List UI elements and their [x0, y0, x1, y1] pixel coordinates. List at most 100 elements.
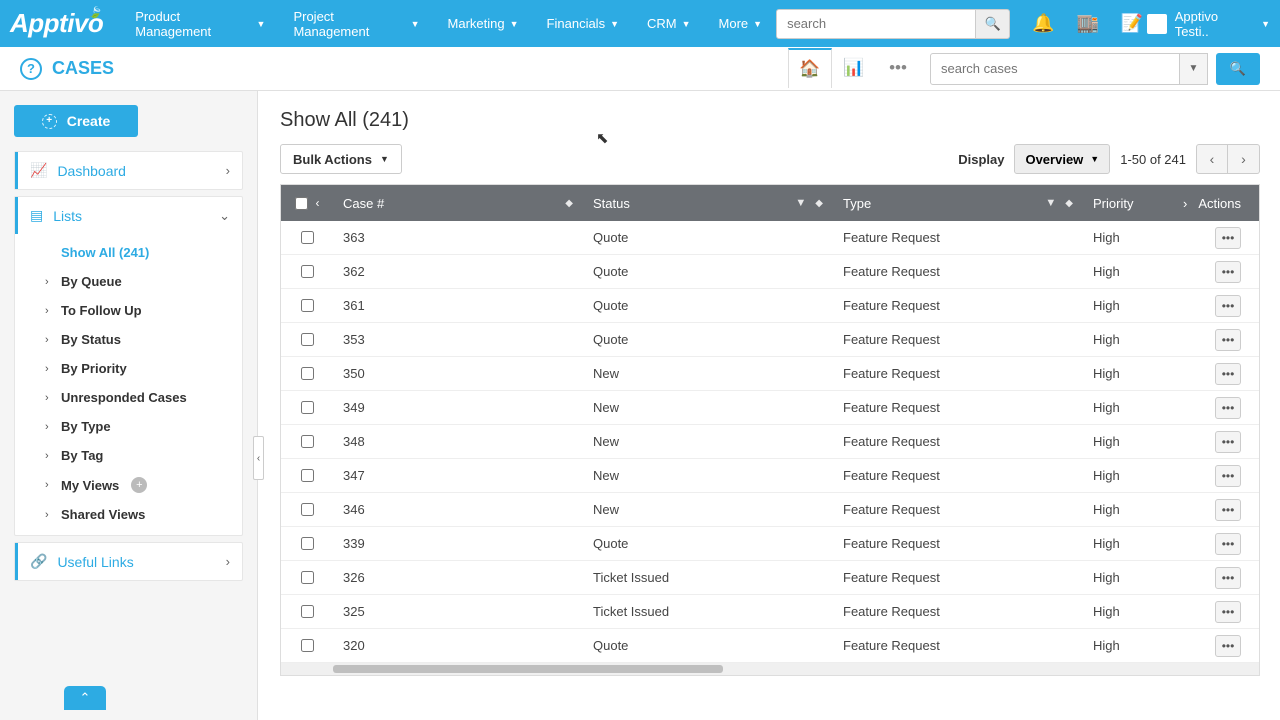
table-row[interactable]: 339QuoteFeature RequestHigh••• [281, 527, 1259, 561]
th-priority[interactable]: Priority [1083, 196, 1163, 211]
row-actions-button[interactable]: ••• [1215, 261, 1241, 283]
th-type[interactable]: Type ▼ ◆ [833, 196, 1083, 211]
bulk-actions-button[interactable]: Bulk Actions ▼ [280, 144, 402, 174]
row-actions-button[interactable]: ••• [1215, 567, 1241, 589]
tab-more[interactable]: ••• [876, 48, 920, 88]
table-row[interactable]: 349NewFeature RequestHigh••• [281, 391, 1259, 425]
row-actions-button[interactable]: ••• [1215, 227, 1241, 249]
row-actions-button[interactable]: ••• [1215, 329, 1241, 351]
chevron-right-icon: › [45, 479, 53, 491]
tab-reports[interactable]: 📊 [832, 48, 876, 88]
td-checkbox [281, 435, 333, 448]
table-row[interactable]: 326Ticket IssuedFeature RequestHigh••• [281, 561, 1259, 595]
sidebar-dashboard[interactable]: 📈 Dashboard › [14, 151, 243, 190]
bell-icon[interactable]: 🔔 [1032, 13, 1054, 34]
row-checkbox[interactable] [301, 605, 314, 618]
module-search-input[interactable] [930, 53, 1180, 85]
chevron-right-icon[interactable]: › [1183, 196, 1187, 211]
nav-item-project-management[interactable]: Project Management▼ [279, 0, 433, 51]
table-row[interactable]: 361QuoteFeature RequestHigh••• [281, 289, 1259, 323]
row-checkbox[interactable] [301, 231, 314, 244]
nav-item-financials[interactable]: Financials▼ [533, 0, 633, 51]
sidebar-item-by-tag[interactable]: ›By Tag [15, 441, 242, 470]
table-row[interactable]: 350NewFeature RequestHigh••• [281, 357, 1259, 391]
table-row[interactable]: 325Ticket IssuedFeature RequestHigh••• [281, 595, 1259, 629]
table-row[interactable]: 346NewFeature RequestHigh••• [281, 493, 1259, 527]
scrollbar-thumb[interactable] [333, 665, 723, 673]
nav-item-crm[interactable]: CRM▼ [633, 0, 705, 51]
table-row[interactable]: 363QuoteFeature RequestHigh••• [281, 221, 1259, 255]
chevron-left-icon[interactable]: ‹ [316, 196, 320, 210]
table-row[interactable]: 353QuoteFeature RequestHigh••• [281, 323, 1259, 357]
table-row[interactable]: 320QuoteFeature RequestHigh••• [281, 629, 1259, 663]
sidebar-item-by-queue[interactable]: ›By Queue [15, 267, 242, 296]
row-checkbox[interactable] [301, 639, 314, 652]
module-search-dropdown[interactable]: ▼ [1180, 53, 1208, 85]
row-actions-button[interactable]: ••• [1215, 363, 1241, 385]
create-button[interactable]: + Create [14, 105, 138, 137]
module-search-button[interactable]: 🔍 [1216, 53, 1260, 85]
sidebar-item-my-views[interactable]: ›My Views+ [15, 470, 242, 500]
row-actions-button[interactable]: ••• [1215, 601, 1241, 623]
table-row[interactable]: 362QuoteFeature RequestHigh••• [281, 255, 1259, 289]
row-checkbox[interactable] [301, 401, 314, 414]
row-actions-button[interactable]: ••• [1215, 635, 1241, 657]
sidebar-item-shared-views[interactable]: ›Shared Views [15, 500, 242, 529]
th-case-number[interactable]: Case # ◆ [333, 196, 583, 211]
store-icon[interactable]: 🏬 [1077, 13, 1099, 34]
pager-next-button[interactable]: › [1228, 144, 1260, 174]
row-checkbox[interactable] [301, 299, 314, 312]
nav-item-marketing[interactable]: Marketing▼ [434, 0, 533, 51]
nav-item-product-management[interactable]: Product Management▼ [121, 0, 279, 51]
row-actions-button[interactable]: ••• [1215, 295, 1241, 317]
sidebar-item-by-status[interactable]: ›By Status [15, 325, 242, 354]
sidebar-item-unresponded-cases[interactable]: ›Unresponded Cases [15, 383, 242, 412]
search-icon: 🔍 [1230, 61, 1246, 77]
display-overview-button[interactable]: Overview ▼ [1014, 144, 1110, 174]
user-menu[interactable]: Apptivo Testi.. ▼ [1147, 9, 1270, 39]
select-all-checkbox[interactable] [295, 197, 308, 210]
add-icon[interactable]: + [131, 477, 147, 493]
sort-icon: ◆ [1065, 198, 1073, 209]
dots-icon: ••• [1222, 231, 1235, 245]
sidebar-item-show-all[interactable]: Show All (241) [15, 238, 242, 267]
dots-icon: ••• [1222, 469, 1235, 483]
sidebar-item-by-priority[interactable]: ›By Priority [15, 354, 242, 383]
row-checkbox[interactable] [301, 367, 314, 380]
row-checkbox[interactable] [301, 571, 314, 584]
chevron-right-icon: › [45, 509, 53, 521]
row-checkbox[interactable] [301, 469, 314, 482]
horizontal-scrollbar[interactable] [281, 663, 1259, 675]
pager-prev-button[interactable]: ‹ [1196, 144, 1228, 174]
bottom-tab[interactable]: ⌃ [64, 686, 106, 710]
row-checkbox[interactable] [301, 537, 314, 550]
module-title: ? CASES [20, 58, 114, 80]
global-search-button[interactable]: 🔍 [976, 9, 1010, 39]
row-actions-button[interactable]: ••• [1215, 465, 1241, 487]
row-checkbox[interactable] [301, 265, 314, 278]
row-actions-button[interactable]: ••• [1215, 533, 1241, 555]
logo[interactable]: Apptivo🍃 [4, 8, 109, 39]
sidebar-item-by-type[interactable]: ›By Type [15, 412, 242, 441]
sidebar-item-to-follow-up[interactable]: ›To Follow Up [15, 296, 242, 325]
tab-home[interactable]: 🏠 [788, 48, 832, 88]
chevron-right-icon: › [226, 163, 230, 178]
th-status[interactable]: Status ▼ ◆ [583, 196, 833, 211]
global-search-input[interactable] [776, 9, 976, 39]
sidebar-lists-header[interactable]: ▤ Lists ⌄ [15, 197, 242, 234]
sidebar-useful-links[interactable]: 🔗 Useful Links › [14, 542, 243, 581]
row-actions-button[interactable]: ••• [1215, 431, 1241, 453]
row-checkbox[interactable] [301, 435, 314, 448]
row-actions-button[interactable]: ••• [1215, 499, 1241, 521]
row-checkbox[interactable] [301, 503, 314, 516]
sidebar-item-label: To Follow Up [61, 303, 142, 318]
row-checkbox[interactable] [301, 333, 314, 346]
table-row[interactable]: 348NewFeature RequestHigh••• [281, 425, 1259, 459]
td-actions: ••• [1163, 363, 1259, 385]
table-row[interactable]: 347NewFeature RequestHigh••• [281, 459, 1259, 493]
nav-item-label: More [719, 16, 749, 31]
row-actions-button[interactable]: ••• [1215, 397, 1241, 419]
sidebar-collapse-handle[interactable]: ‹ [253, 436, 264, 480]
compose-icon[interactable]: 📝 [1121, 13, 1143, 34]
nav-item-more[interactable]: More▼ [705, 0, 777, 51]
